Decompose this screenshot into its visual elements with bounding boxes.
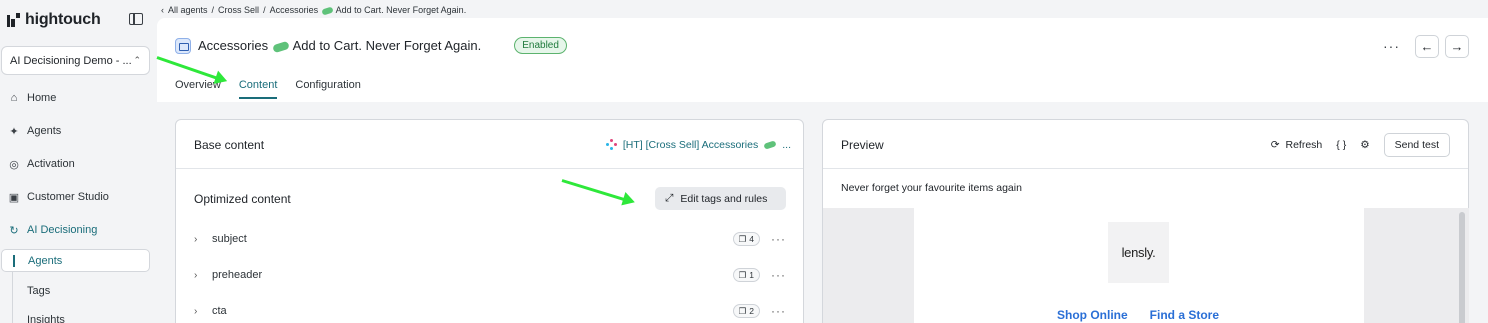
sidebar-item-label: Customer Studio	[27, 191, 109, 203]
content-row-cta[interactable]: › cta ❐ 2 ···	[194, 302, 788, 320]
sidebar-item-activation[interactable]: ◎ Activation	[8, 158, 75, 171]
breadcrumb: ‹ All agents / Cross Sell / Accessories …	[161, 5, 467, 16]
preview-actions: ⟳ Refresh { } ⚙ Send test	[1271, 133, 1450, 157]
pill-emoji-icon	[271, 40, 290, 53]
chevron-right-icon: ›	[194, 305, 198, 317]
studio-icon: ▣	[8, 191, 20, 204]
collapse-sidebar-icon[interactable]	[129, 13, 143, 25]
page-header: Accessories Add to Cart. Never Forget Ag…	[157, 18, 1488, 102]
breadcrumb-current: Accessories Add to Cart. Never Forget Ag…	[269, 5, 467, 16]
refresh-button[interactable]: ⟳ Refresh	[1271, 139, 1323, 151]
preview-panel: Preview ⟳ Refresh { } ⚙ Send test Never …	[822, 119, 1469, 323]
decisioning-icon: ↻	[9, 224, 19, 237]
sidebar-item-ai-decisioning[interactable]: ↻ AI Decisioning	[8, 224, 98, 237]
email-logo: lensly.	[1108, 222, 1169, 283]
workspace-selector[interactable]: AI Decisioning Demo - ... ⌃	[1, 46, 150, 75]
title-row: Accessories Add to Cart. Never Forget Ag…	[175, 37, 567, 54]
breadcrumb-all-agents[interactable]: All agents	[168, 5, 208, 15]
updown-chevron-icon: ⌃	[133, 55, 141, 65]
content-panel: Base content [HT] [Cross Sell] Accessori…	[175, 119, 804, 323]
pill-emoji-icon	[763, 140, 777, 150]
sparkle-icon: ✦	[9, 125, 19, 138]
chevron-right-icon: ›	[194, 233, 198, 245]
gear-icon[interactable]: ⚙	[1360, 139, 1369, 151]
row-more-icon[interactable]: ···	[771, 304, 786, 318]
workspace-name: AI Decisioning Demo - ...	[10, 54, 132, 67]
back-chevron-icon[interactable]: ‹	[161, 5, 164, 15]
main-content: ‹ All agents / Cross Sell / Accessories …	[157, 0, 1488, 323]
base-content-source-link[interactable]: [HT] [Cross Sell] Accessories ...	[605, 139, 791, 151]
arrow-right-icon: →	[1450, 39, 1464, 54]
brand-name: hightouch	[25, 11, 101, 28]
preview-subject-line: Never forget your favourite items again	[841, 182, 1022, 194]
code-braces-icon[interactable]: { }	[1336, 139, 1346, 151]
more-options-icon[interactable]: ···	[1383, 38, 1400, 54]
preview-title: Preview	[841, 138, 884, 152]
sidebar-item-label: Home	[27, 92, 57, 104]
home-icon: ⌂	[10, 92, 18, 104]
pill-emoji-icon	[320, 6, 334, 16]
content-row-preheader[interactable]: › preheader ❐ 1 ···	[194, 266, 788, 284]
sidebar-subitem-label: Agents	[28, 254, 63, 267]
preview-scrollbar[interactable]	[1459, 212, 1465, 323]
row-more-icon[interactable]: ···	[771, 232, 786, 246]
email-links: Shop Online Find a Store	[1057, 308, 1219, 322]
sidebar-item-label: AI Decisioning	[27, 224, 98, 236]
base-content-title: Base content	[194, 138, 265, 152]
breadcrumb-separator: /	[263, 5, 266, 15]
breadcrumb-separator: /	[211, 5, 215, 15]
expand-icon: ⤢	[665, 192, 674, 204]
sidebar-subitem-tags[interactable]: Tags	[1, 279, 150, 302]
sidebar-item-agents[interactable]: ✦ Agents	[8, 125, 62, 138]
preview-header: Preview ⟳ Refresh { } ⚙ Send test	[823, 120, 1468, 169]
refresh-icon: ⟳	[1270, 139, 1280, 151]
tab-content[interactable]: Content	[238, 79, 278, 99]
layers-icon: ❐	[738, 269, 747, 280]
sidebar-subitem-insights[interactable]: Insights	[1, 308, 150, 323]
chevron-right-icon: ›	[194, 269, 198, 281]
breadcrumb-cross-sell[interactable]: Cross Sell	[218, 5, 259, 15]
status-badge: Enabled	[514, 37, 567, 54]
find-store-link[interactable]: Find a Store	[1150, 308, 1219, 322]
layers-icon: ❐	[738, 233, 747, 244]
sidebar-item-customer-studio[interactable]: ▣ Customer Studio	[8, 191, 109, 204]
arrow-left-icon: ←	[1420, 39, 1434, 54]
variant-count-badge: ❐ 1	[732, 268, 760, 282]
sidebar-subitem-label: Insights	[27, 313, 65, 323]
base-content-header: Base content [HT] [Cross Sell] Accessori…	[176, 120, 803, 169]
shop-online-link[interactable]: Shop Online	[1057, 308, 1128, 322]
sidebar-subitem-label: Tags	[27, 284, 51, 297]
activation-icon: ◎	[9, 158, 19, 171]
sidebar-item-label: Activation	[27, 158, 75, 170]
email-preview-frame[interactable]: lensly. Shop Online Find a Store	[823, 208, 1469, 323]
variant-count-badge: ❐ 4	[732, 232, 760, 246]
sidebar-item-home[interactable]: ⌂ Home	[8, 92, 57, 104]
sidebar-subitem-agents[interactable]: Agents	[1, 249, 150, 272]
optimized-content-title: Optimized content	[194, 192, 291, 206]
email-body: lensly. Shop Online Find a Store	[914, 208, 1364, 323]
email-icon	[175, 37, 191, 54]
row-more-icon[interactable]: ···	[771, 268, 786, 282]
layers-icon: ❐	[738, 305, 747, 316]
hightouch-logo[interactable]: hightouch	[7, 11, 101, 29]
sidebar-item-label: Agents	[27, 125, 62, 137]
content-row-subject[interactable]: › subject ❐ 4 ···	[194, 230, 788, 248]
page-title: Accessories Add to Cart. Never Forget Ag…	[198, 38, 482, 53]
variant-count-badge: ❐ 2	[732, 304, 760, 318]
source-logo-icon	[605, 139, 618, 151]
edit-tags-rules-button[interactable]: ⤢ Edit tags and rules	[655, 187, 786, 210]
send-test-button[interactable]: Send test	[1383, 133, 1450, 157]
previous-button[interactable]: ←	[1415, 35, 1439, 58]
hightouch-logo-icon	[7, 13, 21, 27]
next-button[interactable]: →	[1445, 35, 1469, 58]
sidebar: hightouch AI Decisioning Demo - ... ⌃ ⌂ …	[0, 0, 157, 323]
tab-configuration[interactable]: Configuration	[295, 79, 360, 99]
tab-bar: Overview Content Configuration	[175, 79, 361, 99]
